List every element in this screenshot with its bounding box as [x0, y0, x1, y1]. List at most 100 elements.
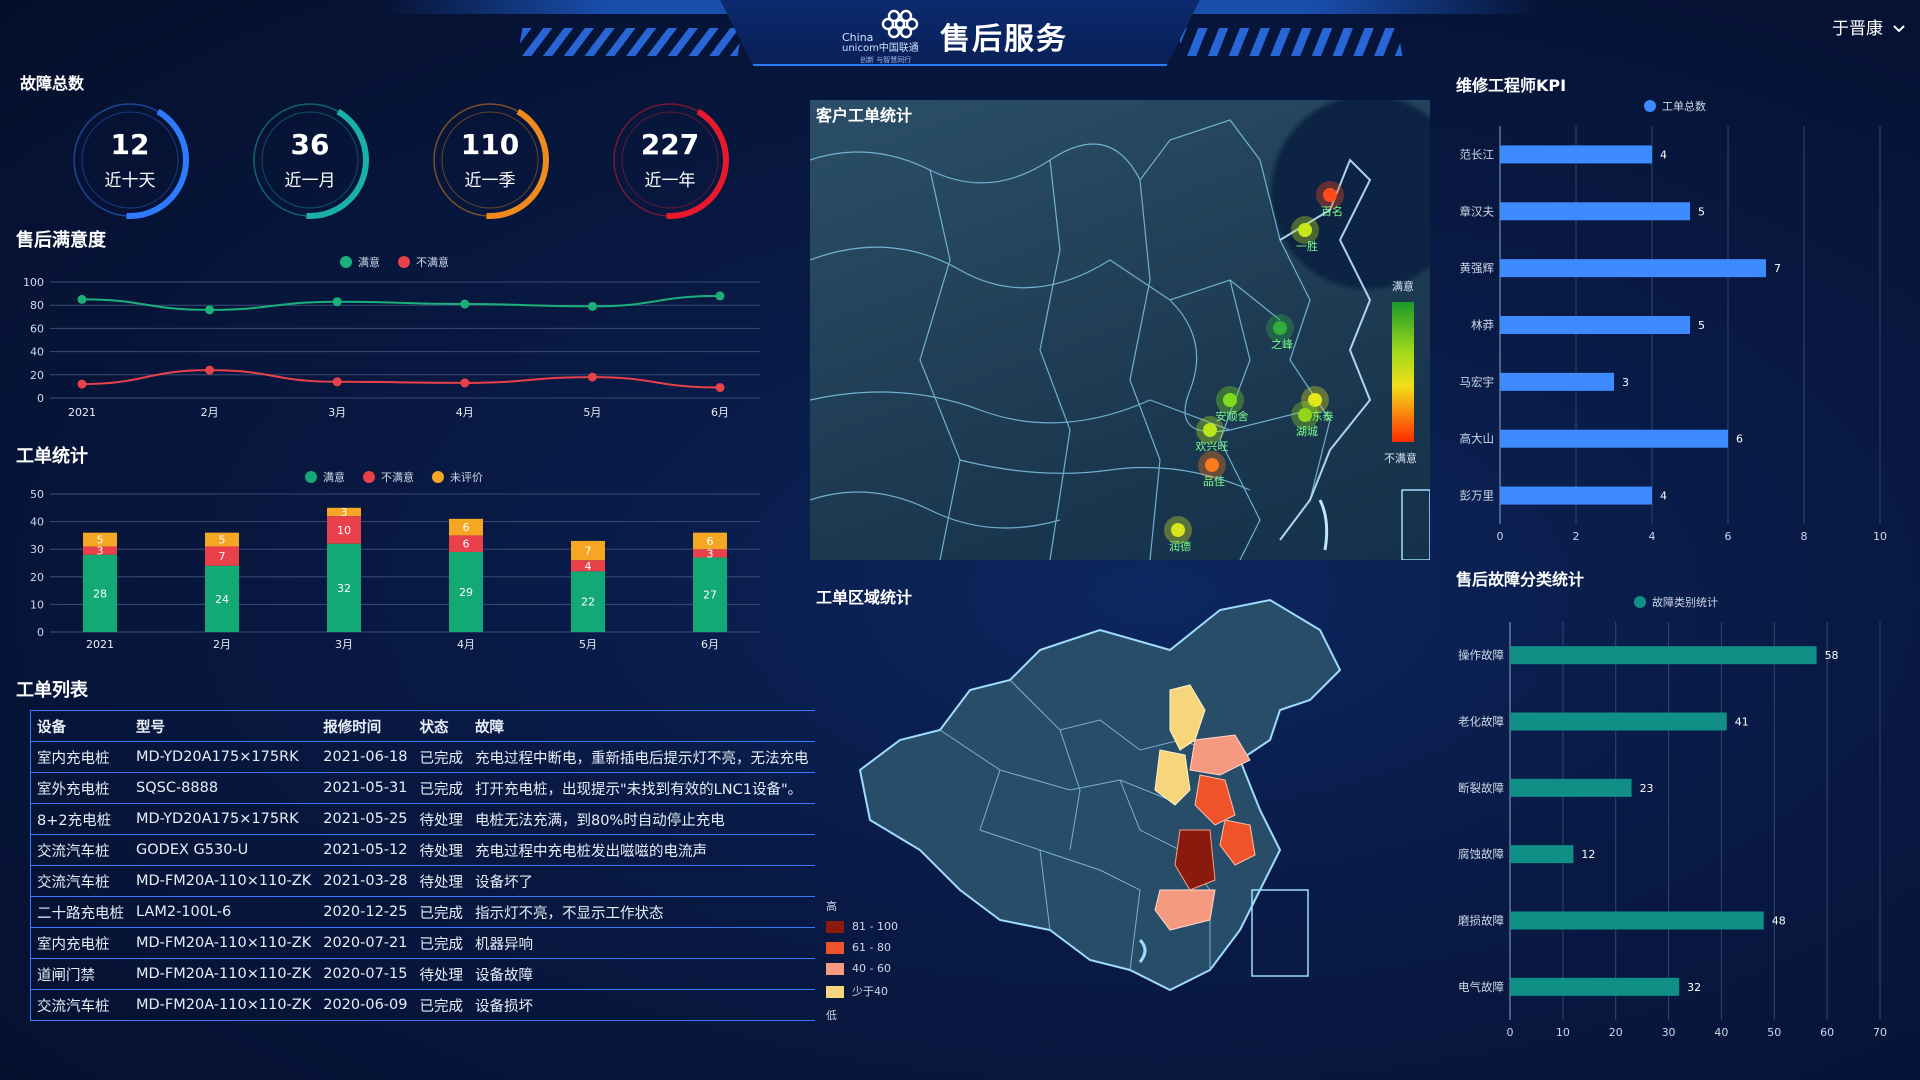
marker-dot	[1171, 523, 1185, 537]
range-swatch	[826, 963, 844, 975]
cell-fault: 机器异响	[469, 927, 815, 959]
data-point	[77, 379, 87, 389]
cell-device: 二十路充电桩	[30, 896, 130, 928]
legend-unsatisfied-label: 不满意	[416, 256, 449, 269]
cell-status: 待处理	[413, 865, 469, 897]
cell-fault: 设备坏了	[469, 865, 815, 897]
ring-label: 近十天	[104, 171, 156, 191]
data-label: 6	[463, 521, 470, 534]
ring-label: 近一年	[644, 171, 696, 191]
fault-ring: 227 近一年	[610, 100, 730, 220]
bar	[1500, 259, 1766, 278]
cell-device: 交流汽车桩	[30, 834, 130, 866]
series-line	[81, 294, 721, 311]
data-label: 4	[585, 560, 592, 573]
data-label: 58	[1825, 649, 1839, 662]
cell-device: 交流汽车桩	[30, 989, 130, 1021]
table-row[interactable]: 室外充电桩 SQSC-8888 2021-05-31 已完成 打开充电桩，出现提示"未找…	[30, 772, 815, 804]
cell-model: MD-FM20A-110×110-ZK	[130, 927, 318, 959]
ticket-table: 设备 型号 报修时间 状态 故障 室内充电桩 MD-YD20A175×175RK 2…	[30, 710, 815, 1021]
bar	[1510, 646, 1817, 665]
legend-unrated-swatch	[432, 471, 444, 483]
x-tick-label: 10	[1556, 1026, 1570, 1039]
x-tick-label: 4月	[457, 638, 475, 651]
x-tick-label: 6月	[711, 406, 729, 419]
cell-fault: 设备损坏	[469, 989, 815, 1021]
table-row[interactable]: 8+2充电桩 MD-YD20A175×175RK 2021-05-25 待处理 电桩无法…	[30, 803, 815, 835]
category-label: 腐蚀故障	[1458, 847, 1504, 861]
user-menu[interactable]: 于晋康	[1832, 14, 1906, 39]
y-tick-label: 20	[30, 369, 44, 382]
legend-satisfied: 满意	[305, 469, 345, 485]
marker-label: 之峰	[1271, 337, 1293, 351]
satisfaction-line-chart: 0 20 40 60 80 100 2021 2月 3月 4月 5月 6月	[23, 276, 760, 419]
data-point	[715, 383, 725, 393]
cell-status: 已完成	[413, 772, 469, 804]
category-label: 马宏宇	[1460, 375, 1495, 389]
page-title: 售后服务	[940, 22, 1068, 57]
ring-value: 12	[110, 128, 150, 161]
region-range-item: 少于40	[826, 983, 898, 999]
cell-model: LAM2-100L-6	[130, 896, 318, 928]
marker-dot	[1298, 223, 1312, 237]
data-label: 5	[1698, 205, 1705, 218]
data-point	[715, 291, 725, 301]
user-name: 于晋康	[1832, 19, 1883, 39]
range-label: 少于40	[852, 985, 888, 998]
china-region-map	[858, 598, 1342, 992]
bar	[1500, 429, 1728, 448]
legend-satisfied-label: 满意	[358, 256, 380, 269]
category-label: 彭万里	[1460, 489, 1495, 503]
table-row[interactable]: 室内充电桩 MD-FM20A-110×110-ZK 2020-07-21 已完成 机器异…	[30, 927, 815, 959]
legend-total: 工单总数	[1644, 98, 1706, 114]
table-row[interactable]: 交流汽车桩 GODEX G530-U 2021-05-12 待处理 充电过程中充电桩发出…	[30, 834, 815, 866]
cell-model: MD-FM20A-110×110-ZK	[130, 958, 318, 990]
x-tick-label: 50	[1767, 1026, 1781, 1039]
col-fault: 故障	[469, 710, 815, 742]
bar	[1510, 712, 1727, 731]
table-row[interactable]: 交流汽车桩 MD-FM20A-110×110-ZK 2021-03-28 待处理 设备坏…	[30, 865, 815, 897]
category-label: 高大山	[1460, 432, 1495, 446]
col-device: 设备	[30, 710, 130, 742]
range-label: 40 - 60	[852, 962, 891, 975]
region-range-item: 40 - 60	[826, 962, 898, 975]
table-row[interactable]: 道闸门禁 MD-FM20A-110×110-ZK 2020-07-15 待处理 设备故障	[30, 958, 815, 990]
data-label: 5	[219, 534, 226, 547]
data-label: 6	[707, 535, 714, 548]
cell-date: 2021-05-25	[317, 803, 414, 835]
cell-date: 2021-05-31	[317, 772, 414, 804]
table-row[interactable]: 二十路充电桩 LAM2-100L-6 2020-12-25 已完成 指示灯不亮，不显示工…	[30, 896, 815, 928]
marker-label: 一胜	[1296, 239, 1318, 253]
fault-category-chart: 0 10 20 30 40 50 60 70 58 操作故障 41 老化故障 23 断裂故障 12 腐蚀故障 4…	[1458, 622, 1887, 1039]
data-point	[587, 372, 597, 382]
ticket-stats-title: 工单统计	[16, 446, 88, 467]
x-tick-label: 2	[1573, 530, 1580, 543]
col-model: 型号	[130, 710, 318, 742]
x-tick-label: 3月	[335, 638, 353, 651]
range-swatch	[826, 986, 844, 998]
legend-unrated: 未评价	[432, 469, 483, 485]
ring-value: 227	[640, 128, 700, 161]
y-tick-label: 0	[37, 626, 44, 639]
y-tick-label: 60	[30, 322, 44, 335]
table-row[interactable]: 室内充电桩 MD-YD20A175×175RK 2021-06-18 已完成 充电过程中…	[30, 741, 815, 773]
bar	[1500, 202, 1690, 221]
y-tick-label: 20	[30, 571, 44, 584]
ring-label: 近一月	[284, 171, 336, 191]
legend-low-label: 低	[826, 1009, 837, 1022]
bar	[1500, 145, 1652, 164]
range-label: 61 - 80	[852, 941, 891, 954]
data-label: 27	[703, 589, 717, 602]
y-tick-label: 100	[23, 276, 44, 289]
cell-date: 2020-12-25	[317, 896, 414, 928]
data-label: 22	[581, 596, 595, 609]
cell-date: 2021-03-28	[317, 865, 414, 897]
range-swatch	[826, 942, 844, 954]
cell-date: 2020-07-21	[317, 927, 414, 959]
table-row[interactable]: 交流汽车桩 MD-FM20A-110×110-ZK 2020-06-09 已完成 设备损…	[30, 989, 815, 1021]
marker-dot	[1323, 188, 1337, 202]
legend-unrated-label: 未评价	[450, 471, 483, 484]
category-label: 黄强辉	[1460, 261, 1495, 275]
marker-label: 品佳	[1203, 474, 1225, 488]
x-tick-label: 70	[1873, 1026, 1887, 1039]
